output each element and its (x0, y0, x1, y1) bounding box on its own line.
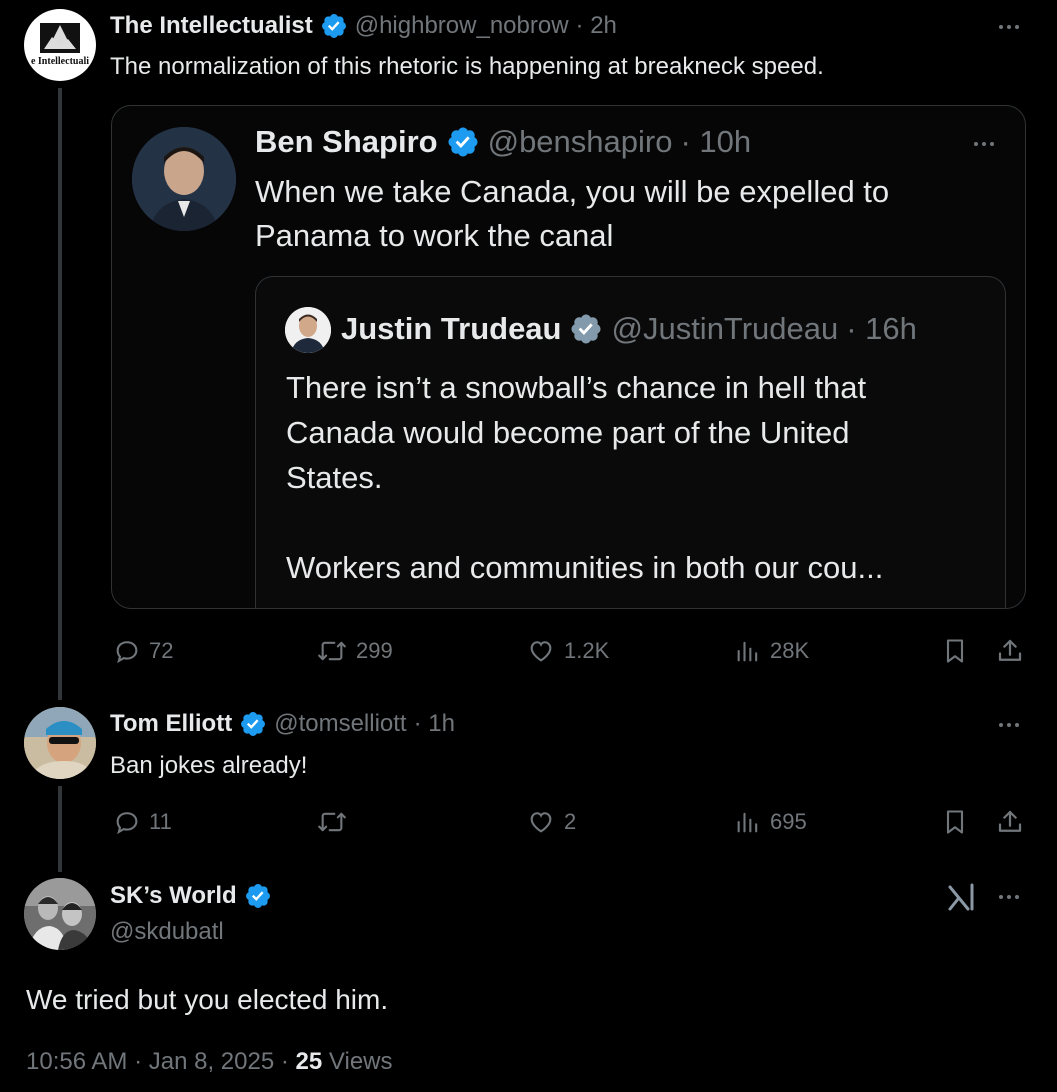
avatar-intellectualist[interactable]: e Intellectuali (24, 9, 96, 81)
tweet2-author-name[interactable]: Tom Elliott (110, 710, 232, 738)
views-count: 695 (770, 809, 807, 834)
tweet2-text: Ban jokes already! (110, 752, 308, 779)
verified-badge-icon (321, 14, 346, 38)
tweet3-views-count: 25 (295, 1048, 323, 1075)
more-options-icon[interactable] (969, 139, 999, 149)
footer-separator: · (134, 1048, 143, 1075)
tweet3-date[interactable]: Jan 8, 2025 (149, 1048, 274, 1075)
retweet-count: 299 (356, 638, 393, 663)
thread-line-1 (58, 88, 62, 700)
quoted-text-line1: When we take Canada, you will be expelle… (255, 174, 890, 209)
inner-author-name[interactable]: Justin Trudeau (341, 311, 561, 347)
share-button[interactable] (995, 807, 1025, 837)
tweet1-handle[interactable]: @highbrow_nobrow (355, 12, 569, 40)
tweet3-header: SK’s World (110, 882, 272, 910)
heart-icon (530, 812, 552, 833)
quoted-text-line2: Panama to work the canal (255, 218, 614, 253)
bookmark-icon (946, 639, 964, 663)
tweet1-text: The normalization of this rhetoric is ha… (110, 53, 824, 80)
thread-line-2 (58, 786, 62, 872)
reply-button[interactable]: 72 (113, 637, 173, 665)
retweet-icon (318, 812, 346, 832)
inner-quote-header: Justin Trudeau @JustinTrudeau · 16h (341, 311, 917, 347)
like-button[interactable]: 2 (526, 808, 576, 836)
analytics-icon (737, 812, 758, 833)
avatar-justin-trudeau[interactable] (285, 307, 331, 353)
retweet-button[interactable] (316, 808, 356, 836)
like-button[interactable]: 1.2K (526, 637, 609, 665)
verified-badge-gray-icon (571, 314, 602, 344)
views-count: 28K (770, 638, 810, 663)
more-options-icon[interactable] (994, 720, 1024, 730)
share-icon (998, 639, 1022, 661)
tweet2-time[interactable]: · 1h (414, 710, 455, 738)
grok-icon[interactable] (946, 881, 976, 918)
quoted-handle[interactable]: @benshapiro (488, 124, 673, 160)
like-count: 2 (564, 809, 577, 834)
quoted-time[interactable]: · 10h (680, 124, 751, 160)
avatar-intellectualist-text: e Intellectuali (30, 56, 90, 67)
quoted-tweet-card[interactable]: Ben Shapiro @benshapiro · 10h When we ta… (111, 105, 1026, 609)
inner-text-line4: Workers and communities in both our cou.… (286, 550, 884, 585)
inner-text-line2: Canada would become part of the United (286, 415, 850, 450)
views-button[interactable]: 695 (734, 808, 807, 836)
reply-icon (116, 812, 138, 835)
tweet3-handle[interactable]: @skdubatl (110, 918, 224, 946)
bookmark-button[interactable] (941, 636, 969, 666)
inner-handle[interactable]: @JustinTrudeau (611, 311, 838, 347)
tweet3-text: We tried but you elected him. (26, 984, 389, 1015)
views-button[interactable]: 28K (734, 637, 809, 665)
tweet3-time[interactable]: 10:56 AM (26, 1048, 127, 1075)
tweet1-author-name[interactable]: The Intellectualist (110, 12, 313, 40)
avatar-sks-world[interactable] (24, 878, 96, 950)
inner-text-line3: States. (286, 460, 383, 495)
share-icon (998, 810, 1022, 832)
verified-badge-icon (245, 884, 270, 908)
share-button[interactable] (995, 636, 1025, 666)
avatar-ben-shapiro[interactable] (132, 127, 236, 231)
tweet3-footer: 10:56 AM · Jan 8, 2025 · 25 Views (26, 1048, 393, 1076)
more-options-icon[interactable] (994, 892, 1024, 902)
retweet-button[interactable]: 299 (316, 637, 393, 665)
tweet2-header: Tom Elliott @tomselliott · 1h (110, 710, 455, 738)
footer-separator: · (280, 1048, 289, 1075)
quoted-author-name[interactable]: Ben Shapiro (255, 124, 438, 160)
reply-icon (116, 641, 138, 664)
like-count: 1.2K (564, 638, 610, 663)
inner-text-line1: There isn’t a snowball’s chance in hell … (286, 370, 867, 405)
quoted-tweet-header: Ben Shapiro @benshapiro · 10h (255, 124, 751, 160)
more-options-icon[interactable] (994, 22, 1024, 32)
inner-quoted-tweet-card[interactable]: Justin Trudeau @JustinTrudeau · 16h Ther… (255, 276, 1006, 608)
heart-icon (530, 641, 552, 662)
bookmark-icon (946, 810, 964, 834)
avatar-tom-elliott[interactable] (24, 707, 96, 779)
analytics-icon (737, 641, 758, 662)
verified-badge-icon (448, 127, 478, 157)
verified-badge-icon (241, 712, 266, 736)
inner-time[interactable]: · 16h (846, 311, 917, 347)
tweet1-header: The Intellectualist @highbrow_nobrow · 2… (110, 12, 617, 40)
reply-count: 11 (149, 809, 172, 834)
tweet3-author-name[interactable]: SK’s World (110, 882, 237, 910)
bookmark-button[interactable] (941, 807, 969, 837)
reply-count: 72 (149, 638, 174, 663)
tweet2-handle[interactable]: @tomselliott (274, 710, 406, 738)
tweet1-time[interactable]: · 2h (576, 12, 617, 40)
tweet3-views-label: Views (328, 1048, 393, 1075)
reply-button[interactable]: 11 (113, 808, 172, 836)
retweet-icon (318, 641, 346, 661)
